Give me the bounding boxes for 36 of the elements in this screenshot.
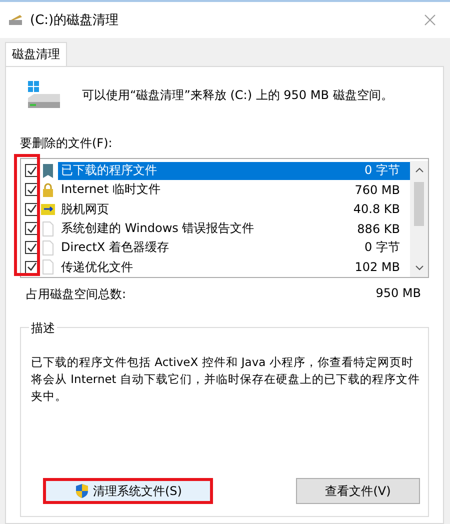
scrollbar[interactable] — [410, 161, 428, 277]
action-button[interactable]: 清理系统文件(S) — [43, 478, 213, 504]
page-icon — [41, 220, 55, 237]
drive-icon — [26, 80, 62, 110]
checkbox[interactable] — [25, 164, 38, 178]
page-icon — [41, 259, 55, 276]
total-label: 占用磁盘空间总数: — [26, 286, 126, 303]
close-icon[interactable] — [424, 14, 436, 26]
scroll-up-icon[interactable] — [414, 166, 424, 175]
checkbox[interactable] — [25, 202, 38, 216]
file-item[interactable]: 传递优化文件 102 MB — [58, 258, 410, 276]
tab[interactable]: 磁盘清理 — [5, 42, 67, 66]
window-title: (C:)的磁盘清理 — [30, 12, 120, 29]
lock-icon — [41, 182, 55, 198]
checkbox[interactable] — [25, 241, 38, 254]
group-title: 描述 — [29, 320, 57, 337]
file-item[interactable]: 脱机网页 40.8 KB — [58, 200, 410, 218]
file-item[interactable]: 已下载的程序文件 0 字节 — [58, 162, 410, 180]
bookmark-icon — [41, 162, 55, 179]
sync-icon — [41, 201, 55, 218]
files-label: 要删除的文件(F): — [20, 135, 114, 152]
checkbox[interactable] — [25, 222, 38, 236]
description-text: 已下载的程序文件包括 ActiveX 控件和 Java 小程序，你查看特定网页时将会从 Internet 自动下载它们，并临时保存在硬盘上的已下载的程序文件夹中。 — [31, 354, 420, 405]
intro-text: 可以使用“磁盘清理”来释放 (C:) 上的 950 MB 磁盘空间。 — [82, 86, 393, 104]
scroll-thumb[interactable] — [414, 182, 424, 226]
page-icon — [41, 240, 55, 256]
broom-icon — [8, 14, 24, 26]
total-value: 950 MB — [376, 286, 421, 302]
checkbox[interactable] — [25, 260, 38, 274]
action-button[interactable]: 查看文件(V) — [296, 478, 420, 504]
file-item[interactable]: 系统创建的 Windows 错误报告文件 886 KB — [58, 220, 410, 238]
checkbox[interactable] — [25, 183, 38, 196]
file-item[interactable]: DirectX 着色器缓存 0 字节 — [58, 238, 410, 257]
shield-icon — [74, 483, 90, 499]
scroll-down-icon[interactable] — [414, 263, 424, 272]
file-item[interactable]: Internet 临时文件 760 MB — [58, 180, 410, 199]
